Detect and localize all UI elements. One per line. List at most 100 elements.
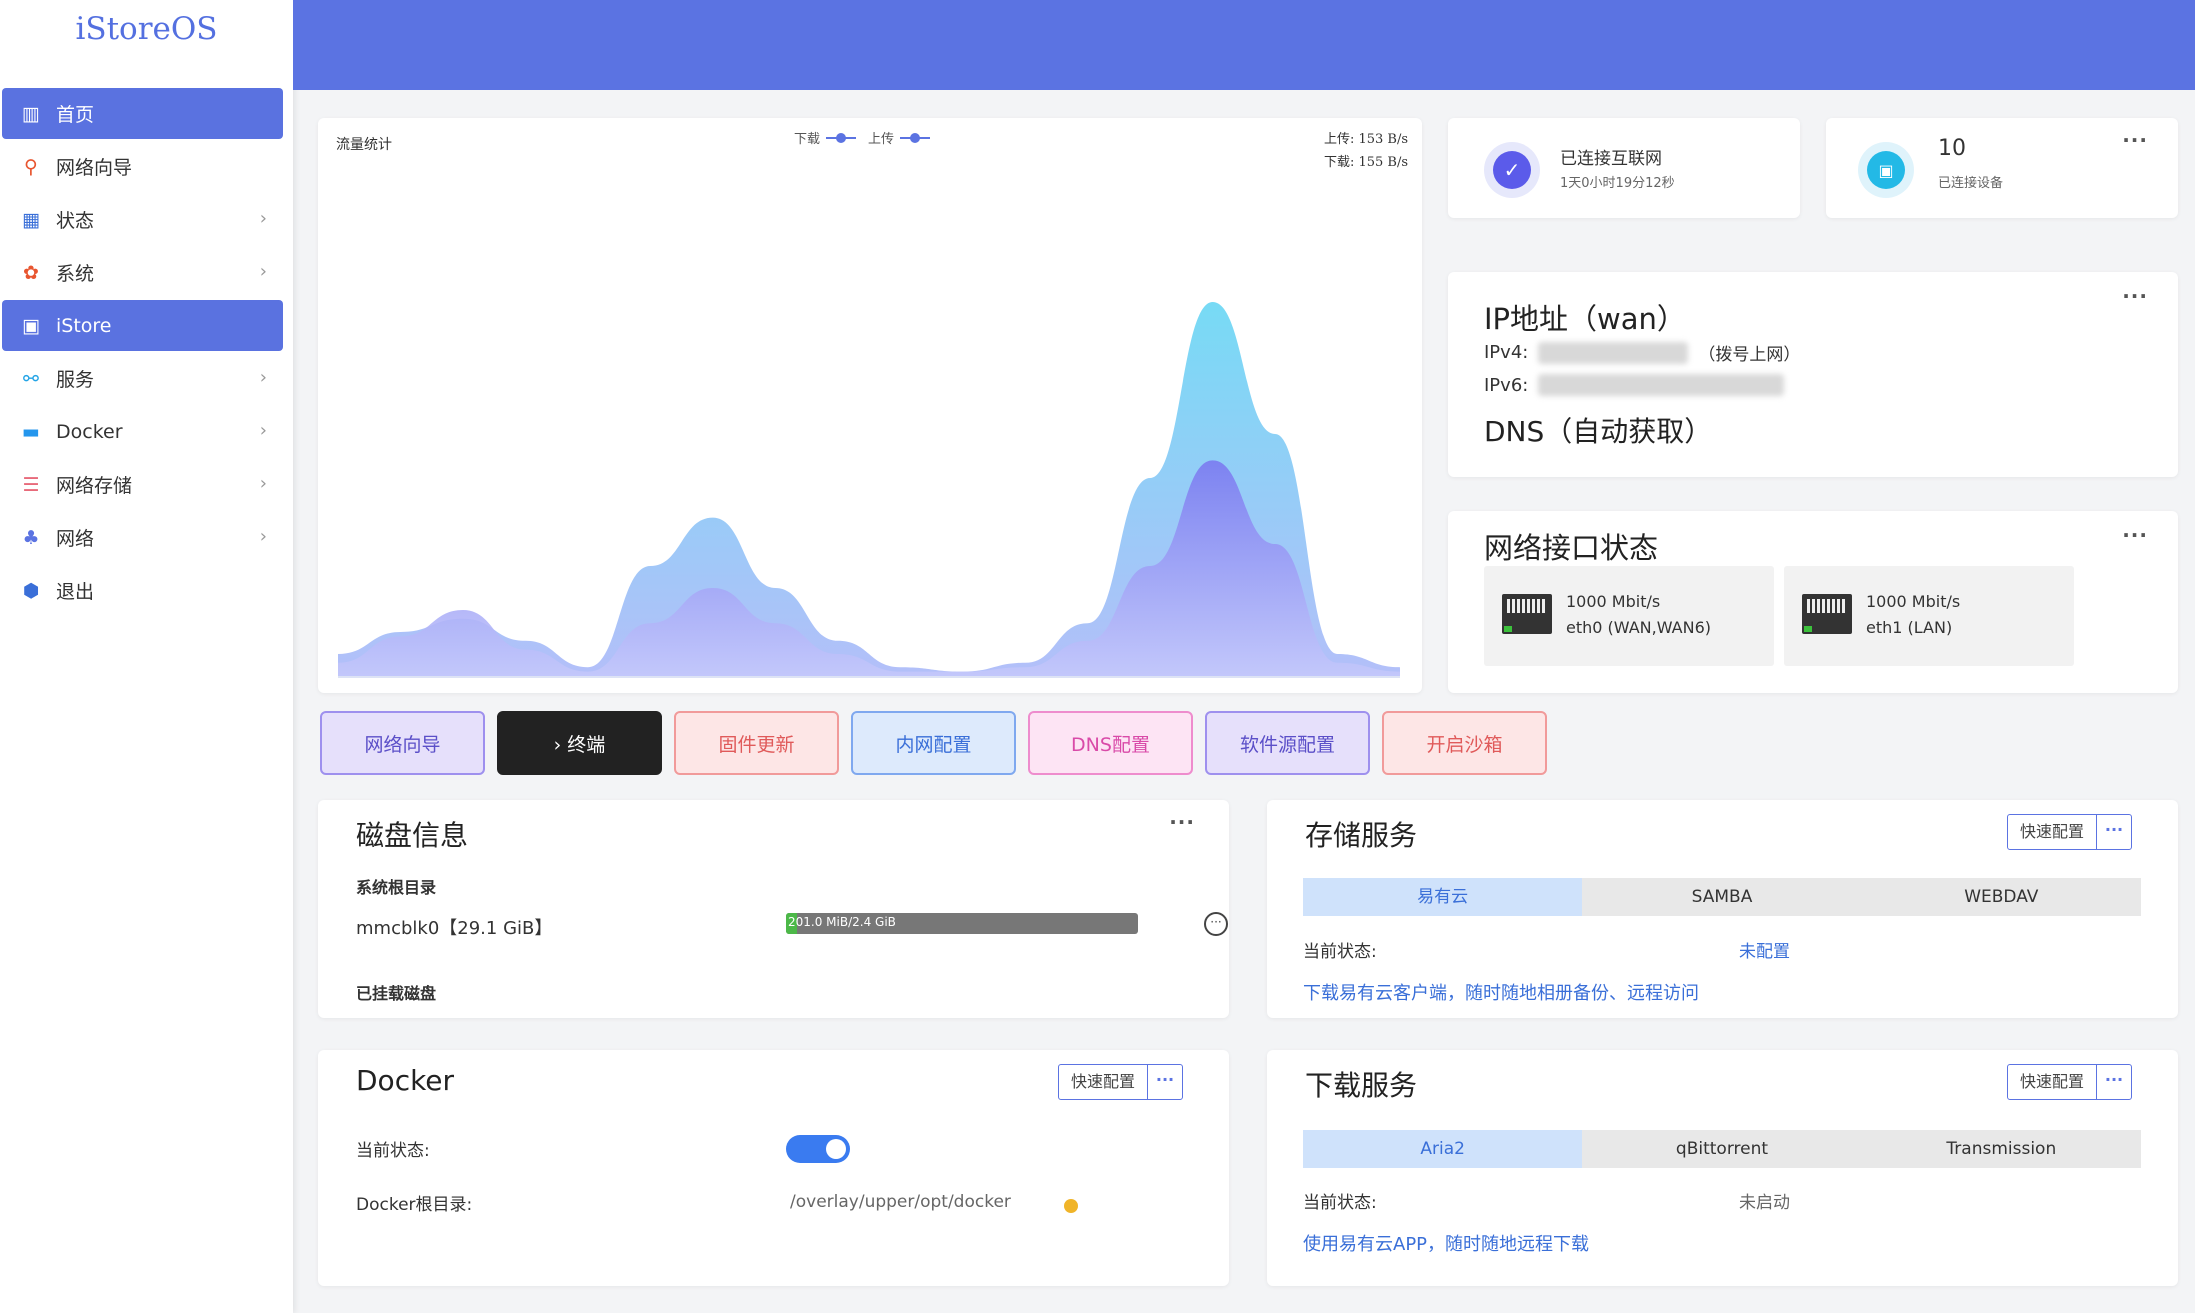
docker-status-label: 当前状态: (356, 1141, 430, 1161)
docker-toggle[interactable] (786, 1135, 850, 1163)
ipv6-label: IPv6: (1484, 374, 1529, 396)
chevron-right-icon: › (259, 367, 267, 388)
quick-button-4[interactable]: DNS配置 (1028, 711, 1193, 775)
quick-button-2[interactable]: 固件更新 (674, 711, 839, 775)
interface-eth0[interactable]: 1000 Mbit/s eth0 (WAN,WAN6) (1484, 566, 1774, 666)
sidebar-item-label: Docker (56, 420, 123, 443)
sidebar-item-1[interactable]: ⚲ 网络向导 (2, 141, 283, 192)
quick-button-6[interactable]: 开启沙箱 (1382, 711, 1547, 775)
storage-status-label: 当前状态: (1303, 942, 1377, 962)
chevron-right-icon: › (259, 473, 267, 494)
sidebar-item-8[interactable]: ♣ 网络 › (2, 512, 283, 563)
download-quick-config: 快速配置 ··· (2007, 1064, 2133, 1100)
docker-quick-config-button[interactable]: 快速配置 (1059, 1065, 1149, 1099)
devices-count: 10 (1938, 136, 1966, 161)
ipv4-mode: （拨号上网） (1698, 345, 1801, 365)
storage-service-card: 存储服务 快速配置 ··· 易有云 SAMBA WEBDAV 当前状态: 未配置… (1267, 800, 2178, 1018)
status-icon: ▦ (22, 208, 40, 231)
download-app-link[interactable]: 使用易有云APP，随时随地远程下载 (1303, 1230, 1589, 1256)
storage-download-link[interactable]: 下载易有云客户端，随时随地相册备份、远程访问 (1303, 979, 1699, 1005)
docker-root-value: /overlay/upper/opt/docker (790, 1192, 1011, 1212)
docker-quick-config: 快速配置 ··· (1058, 1064, 1184, 1100)
disk-device: mmcblk0【29.1 GiB】 (356, 918, 553, 939)
quick-button-0[interactable]: 网络向导 (320, 711, 485, 775)
store-icon: ▣ (22, 314, 40, 337)
sidebar-item-4[interactable]: ▣ iStore (2, 300, 283, 351)
devices-card: ▣ 10 已连接设备 ··· (1826, 118, 2178, 218)
interface-eth1[interactable]: 1000 Mbit/s eth1 (LAN) (1784, 566, 2074, 666)
ipv4-label: IPv4: (1484, 342, 1529, 363)
ipv6-value-redacted (1538, 374, 1785, 396)
sidebar-item-9[interactable]: ⬢ 退出 (2, 565, 283, 616)
sidebar-item-7[interactable]: ☰ 网络存储 › (2, 459, 283, 510)
ethernet-port-icon (1802, 594, 1852, 634)
docker-more-button[interactable]: ··· (1148, 1065, 1182, 1099)
download-quick-config-button[interactable]: 快速配置 (2008, 1065, 2098, 1099)
sidebar-item-label: 服务 (56, 369, 95, 391)
sidebar-item-label: 网络 (56, 528, 95, 550)
quick-button-5[interactable]: 软件源配置 (1205, 711, 1370, 775)
top-header (293, 0, 2195, 90)
storage-tabs: 易有云 SAMBA WEBDAV (1303, 878, 2141, 916)
interfaces-title: 网络接口状态 (1484, 531, 1659, 565)
sidebar: iStoreOS ▥ 首页 ⚲ 网络向导 ▦ 状态 › ✿ 系统 › ▣ iStore ⚯ 服务 › ▬ Doc… (0, 0, 293, 1313)
sidebar-item-6[interactable]: ▬ Docker › (2, 406, 283, 457)
chart-title: 流量统计 (336, 137, 392, 153)
legend-upload-label[interactable]: 上传 (868, 128, 894, 147)
storage-more-button[interactable]: ··· (2097, 815, 2131, 849)
storage-status-value[interactable]: 未配置 (1739, 937, 1790, 962)
storage-quick-config: 快速配置 ··· (2007, 814, 2133, 850)
disk-usage-bar: 201.0 MiB/2.4 GiB (786, 913, 1138, 934)
interfaces-more-button[interactable]: ··· (2122, 523, 2148, 547)
gear-icon: ✿ (23, 261, 39, 284)
tab-yiyouyun[interactable]: 易有云 (1303, 878, 1583, 916)
traffic-chart (338, 302, 1400, 678)
sidebar-item-label: iStore (56, 314, 112, 337)
tab-aria2[interactable]: Aria2 (1303, 1130, 1583, 1168)
disk-options-button[interactable]: ··· (1204, 912, 1228, 936)
disk-title: 磁盘信息 (356, 819, 469, 852)
network-icon: ♣ (22, 526, 40, 549)
logout-icon: ⬢ (22, 579, 40, 602)
sidebar-item-label: 退出 (56, 581, 95, 603)
connected-icon: ✓ (1484, 142, 1540, 198)
mounted-disks-label: 已挂载磁盘 (356, 984, 437, 1003)
docker-title: Docker (356, 1064, 455, 1097)
storage-title: 存储服务 (1305, 819, 1418, 852)
sidebar-item-0[interactable]: ▥ 首页 (2, 88, 283, 139)
sidebar-item-label: 网络向导 (56, 157, 133, 179)
ip-more-button[interactable]: ··· (2122, 284, 2148, 308)
chevron-right-icon: › (259, 420, 267, 441)
sidebar-item-5[interactable]: ⚯ 服务 › (2, 353, 283, 404)
devices-more-button[interactable]: ··· (2122, 128, 2148, 152)
sidebar-item-2[interactable]: ▦ 状态 › (2, 194, 283, 245)
disk-info-card: 磁盘信息 ··· 系统根目录 mmcblk0【29.1 GiB】 201.0 M… (318, 800, 1229, 1018)
download-status-label: 当前状态: (1303, 1193, 1377, 1213)
interface-name: eth1 (LAN) (1866, 618, 1953, 637)
download-tabs: Aria2 qBittorrent Transmission (1303, 1130, 2141, 1168)
logo[interactable]: iStoreOS (0, 0, 293, 60)
sidebar-item-3[interactable]: ✿ 系统 › (2, 247, 283, 298)
chevron-right-icon: › (259, 526, 267, 547)
legend-upload-swatch (900, 132, 931, 143)
quick-button-1[interactable]: › 终端 (497, 711, 662, 775)
quick-button-3[interactable]: 内网配置 (851, 711, 1016, 775)
chevron-right-icon: › (259, 261, 267, 282)
storage-icon: ☰ (22, 473, 40, 496)
interface-speed: 1000 Mbit/s (1866, 592, 1961, 611)
devices-label: 已连接设备 (1938, 176, 2004, 191)
download-more-button[interactable]: ··· (2097, 1065, 2131, 1099)
ip-title: IP地址（wan） (1484, 302, 1686, 336)
tab-samba[interactable]: SAMBA (1582, 878, 1861, 916)
disk-more-button[interactable]: ··· (1169, 810, 1195, 834)
legend-download-label[interactable]: 下载 (794, 128, 820, 147)
tab-transmission[interactable]: Transmission (1862, 1130, 2141, 1168)
ip-address-card: IP地址（wan） ··· IPv4: （拨号上网） IPv6: DNS（自动获… (1448, 272, 2178, 477)
storage-quick-config-button[interactable]: 快速配置 (2008, 815, 2098, 849)
download-status-value: 未启动 (1739, 1193, 1790, 1213)
tab-qbittorrent[interactable]: qBittorrent (1582, 1130, 1861, 1168)
internet-status: 已连接互联网 (1560, 149, 1662, 169)
tab-webdav[interactable]: WEBDAV (1862, 878, 2141, 916)
ipv6-row: IPv6: (1484, 374, 1794, 396)
wizard-icon: ⚲ (24, 155, 38, 178)
